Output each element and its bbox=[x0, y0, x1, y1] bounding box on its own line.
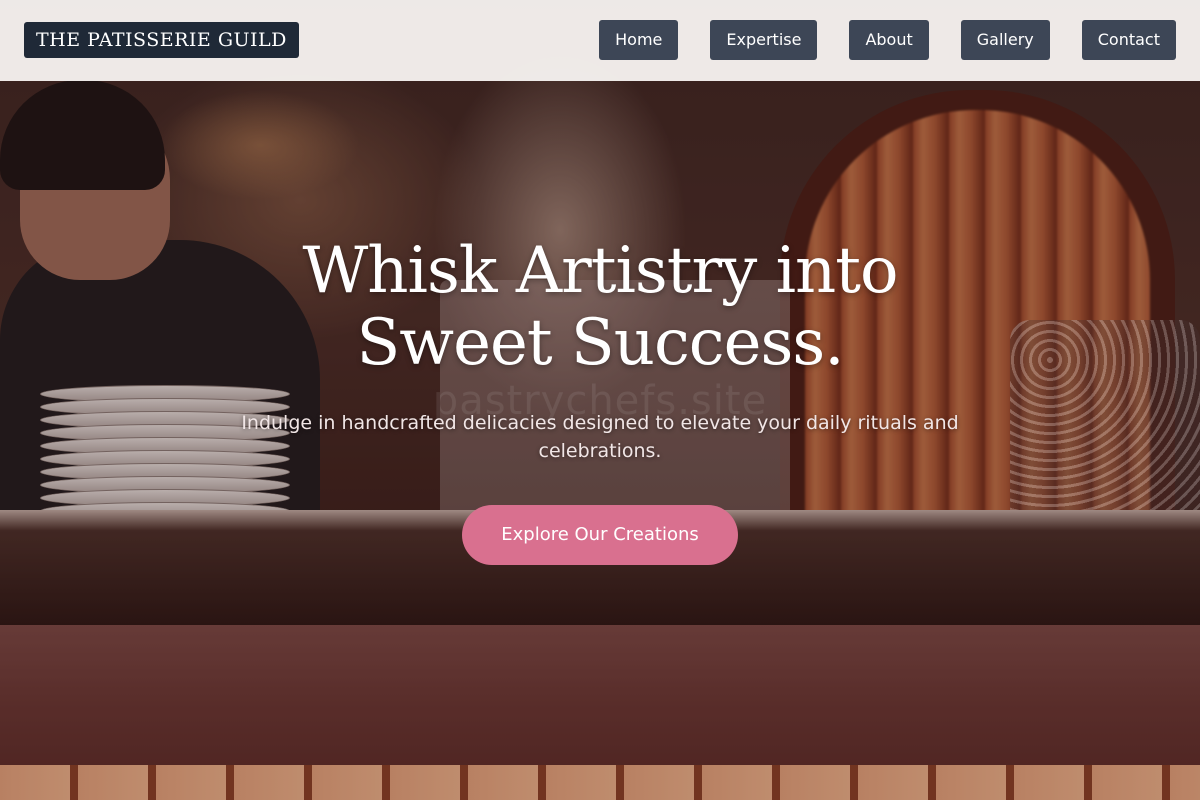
nav-gallery[interactable]: Gallery bbox=[960, 20, 1050, 60]
hero-subtitle: Indulge in handcrafted delicacies design… bbox=[241, 412, 959, 462]
brand-logo[interactable]: THE PATISSERIE GUILD bbox=[24, 22, 299, 58]
main-nav: Home Expertise About Gallery Contact bbox=[599, 20, 1176, 60]
nav-about[interactable]: About bbox=[849, 20, 929, 60]
site-header: THE PATISSERIE GUILD Home Expertise Abou… bbox=[0, 0, 1200, 81]
hero-title: Whisk Artistry into Sweet Success. bbox=[302, 234, 898, 380]
explore-creations-button[interactable]: Explore Our Creations bbox=[462, 505, 738, 565]
nav-contact[interactable]: Contact bbox=[1081, 20, 1176, 60]
nav-expertise[interactable]: Expertise bbox=[710, 20, 818, 60]
nav-home[interactable]: Home bbox=[599, 20, 679, 60]
hero-content: Whisk Artistry into Sweet Success. Indul… bbox=[0, 235, 1200, 565]
